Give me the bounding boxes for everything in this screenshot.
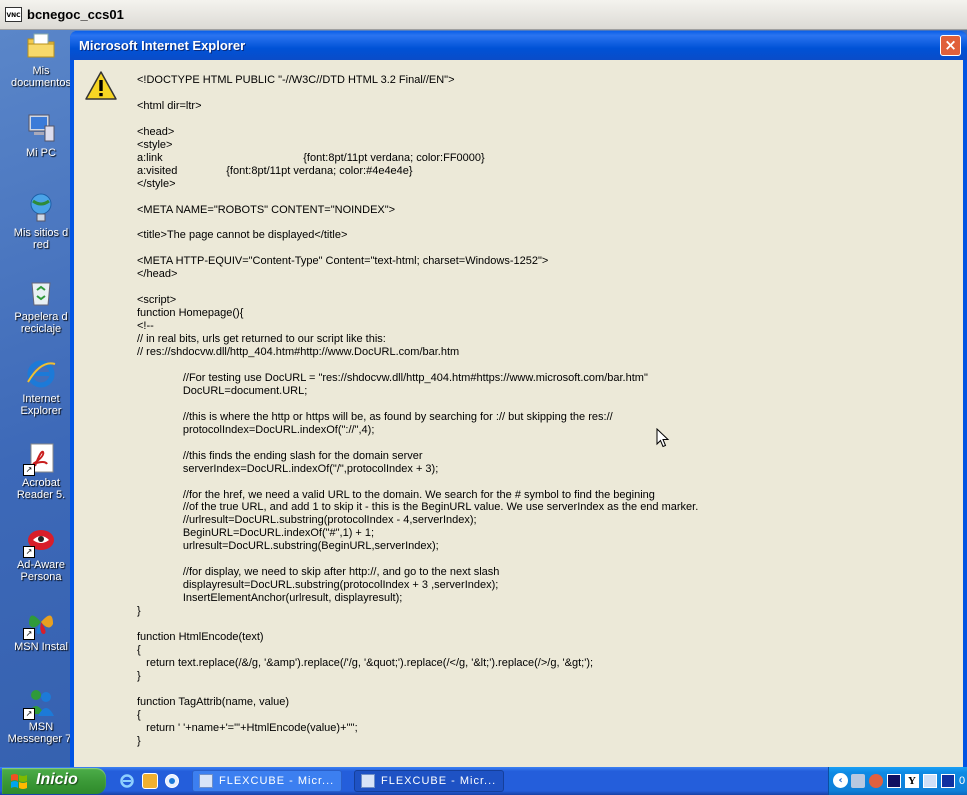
taskbar-item-flexcube-1[interactable]: FLEXCUBE - Micr...	[192, 770, 342, 792]
desktop-icon-acrobat[interactable]: ↗ Acrobat Reader 5.	[4, 442, 78, 501]
ad-aware-icon: ↗	[23, 524, 57, 558]
dialog-title: Microsoft Internet Explorer	[79, 38, 246, 53]
computer-icon	[25, 112, 57, 144]
mouse-pointer-icon	[656, 427, 670, 448]
dialog-message: <!DOCTYPE HTML PUBLIC "-//W3C//DTD HTML …	[137, 60, 957, 767]
desktop-icon-network-places[interactable]: Mis sitios d red	[4, 192, 78, 251]
acrobat-icon: ↗	[23, 442, 57, 476]
desktop-icon-label: Ad-Aware Persona	[16, 559, 66, 583]
shortcut-arrow-icon: ↗	[23, 628, 35, 640]
taskbar-item-flexcube-2[interactable]: FLEXCUBE - Micr...	[354, 770, 504, 792]
windows-logo-icon	[10, 773, 28, 789]
desktop-icon-label: Mis documentos	[11, 65, 71, 89]
start-button[interactable]: Inicio	[2, 768, 106, 794]
ie-window-icon	[361, 774, 375, 788]
network-places-icon	[25, 192, 57, 224]
tray-expand-icon[interactable]: ‹	[833, 773, 848, 788]
alert-dialog[interactable]: Microsoft Internet Explorer × <!DOCTYPE …	[70, 31, 967, 767]
desktop-icon-ad-aware[interactable]: ↗ Ad-Aware Persona	[4, 524, 78, 583]
dialog-message-text: <!DOCTYPE HTML PUBLIC "-//W3C//DTD HTML …	[137, 74, 699, 747]
desktop-icon-label: Mi PC	[26, 147, 56, 159]
desktop-icon-label: Papelera d reciclaje	[14, 311, 68, 335]
yahoo-tray-icon[interactable]: Y	[905, 774, 919, 788]
desktop-icon-my-documents[interactable]: Mis documentos	[4, 30, 78, 89]
desktop-icon-msn-messenger[interactable]: ↗ MSN Messenger 7.	[4, 686, 78, 745]
warning-icon	[84, 70, 118, 102]
dialog-title-bar[interactable]: Microsoft Internet Explorer ×	[70, 31, 967, 60]
desktop-icon-label: Mis sitios d red	[13, 227, 69, 251]
taskbar-item-label: FLEXCUBE - Micr...	[219, 775, 335, 787]
clock[interactable]: 0	[959, 775, 965, 787]
msn-messenger-icon: ↗	[23, 686, 57, 720]
desktop-icon-msn-install[interactable]: ↗ MSN Instal	[4, 606, 78, 653]
desktop-icon-my-pc[interactable]: Mi PC	[4, 112, 78, 159]
dialog-body: <!DOCTYPE HTML PUBLIC "-//W3C//DTD HTML …	[74, 60, 963, 767]
vnc-window-title: bcnegoc_ccs01	[27, 7, 124, 22]
desktop-icon-label: MSN Instal	[14, 641, 68, 653]
taskbar: Inicio FLEXCUBE - Micr... FLEXCUBE - Mic…	[0, 767, 967, 795]
desktop-icon-recycle-bin[interactable]: Papelera d reciclaje	[4, 276, 78, 335]
shortcut-arrow-icon: ↗	[23, 464, 35, 476]
media-quicklaunch-icon[interactable]	[164, 773, 180, 789]
network-tray-icon[interactable]	[851, 774, 865, 788]
outlook-quicklaunch-icon[interactable]	[142, 773, 158, 789]
shortcut-arrow-icon: ↗	[23, 708, 35, 720]
vnc-title-bar: VNC bcnegoc_ccs01	[0, 0, 967, 30]
security-tray-icon[interactable]	[869, 774, 883, 788]
monitor-tray-icon[interactable]	[941, 774, 955, 788]
desktop-icon-internet-explorer[interactable]: Internet Explorer	[4, 358, 78, 417]
shortcut-arrow-icon: ↗	[23, 546, 35, 558]
close-button[interactable]: ×	[940, 35, 961, 56]
internet-explorer-icon	[25, 358, 57, 390]
system-tray: ‹ Y 0	[828, 767, 967, 795]
ie-window-icon	[199, 774, 213, 788]
desktop-icon-label: Acrobat Reader 5.	[16, 477, 66, 501]
ie-quicklaunch-icon[interactable]	[119, 773, 135, 789]
display-tray-icon[interactable]	[887, 774, 901, 788]
desktop-icon-label: MSN Messenger 7.	[7, 721, 75, 745]
folder-documents-icon	[25, 30, 57, 62]
taskbar-item-label: FLEXCUBE - Micr...	[381, 775, 497, 787]
start-label: Inicio	[36, 771, 78, 788]
vnc-app-icon: VNC	[5, 7, 22, 22]
msn-butterfly-icon: ↗	[23, 606, 57, 640]
recycle-bin-icon	[25, 276, 57, 308]
desktop-icon-label: Internet Explorer	[20, 393, 62, 417]
volume-tray-icon[interactable]	[923, 774, 937, 788]
